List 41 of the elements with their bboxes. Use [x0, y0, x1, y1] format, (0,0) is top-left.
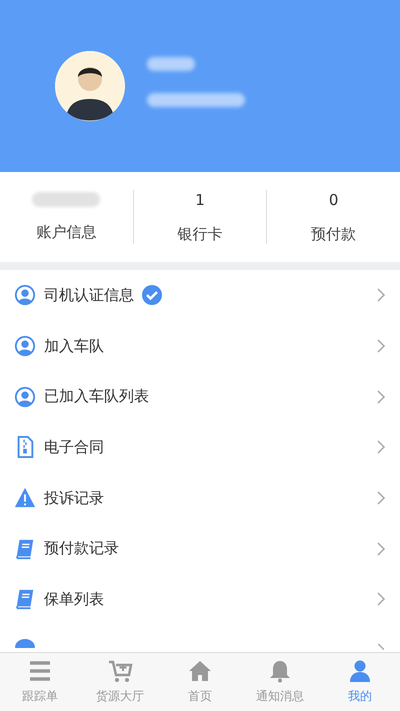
stat-label[interactable]: 账户信息 [36, 223, 96, 242]
stat-value: 0 [328, 190, 338, 208]
menu-icon [27, 659, 53, 683]
chevron-icon [377, 390, 386, 404]
menu-item[interactable]: 司机认证信息 [0, 270, 400, 321]
book-icon [14, 538, 36, 560]
menu-item[interactable]: 投诉记录 [0, 472, 400, 524]
menu-label: 保单列表 [44, 590, 104, 609]
blurred-value [32, 192, 100, 207]
stat-value: 1 [195, 190, 205, 208]
stat-label[interactable]: 预付款 [311, 224, 356, 244]
chevron-icon [377, 642, 386, 650]
menu-item[interactable]: 电子合同 [0, 422, 400, 473]
person-icon [14, 386, 36, 408]
stat-label[interactable]: 银行卡 [178, 224, 222, 244]
chevron-icon [377, 491, 386, 506]
person-icon [347, 659, 373, 683]
menu-label: 已加入车队列表 [44, 387, 149, 406]
cart-icon [107, 659, 133, 683]
chevron-icon [377, 542, 386, 556]
warning-icon [14, 487, 36, 510]
chevron-icon [377, 288, 386, 302]
person-icon [14, 335, 36, 358]
avatar [55, 51, 125, 121]
person-icon [14, 284, 36, 306]
chevron-icon [377, 440, 386, 454]
blurred-name [147, 57, 195, 71]
menu-item[interactable]: 预付款记录 [0, 523, 400, 574]
menu-label: 电子合同 [44, 438, 104, 457]
book-icon [14, 588, 36, 610]
home-icon [187, 659, 213, 683]
menu-label: 司机认证信息 [44, 286, 134, 305]
chevron-icon [377, 339, 386, 354]
menu-item[interactable]: 保单列表 [0, 574, 400, 625]
chat-icon [14, 638, 36, 648]
menu-item[interactable]: 已加入车队列表 [0, 371, 400, 422]
menu-label: 加入车队 [44, 336, 104, 356]
menu-label: 预付款记录 [44, 539, 119, 558]
menu-item[interactable]: 加入车队 [0, 320, 400, 372]
menu-label: 投诉记录 [44, 488, 104, 508]
chevron-icon [377, 592, 386, 606]
